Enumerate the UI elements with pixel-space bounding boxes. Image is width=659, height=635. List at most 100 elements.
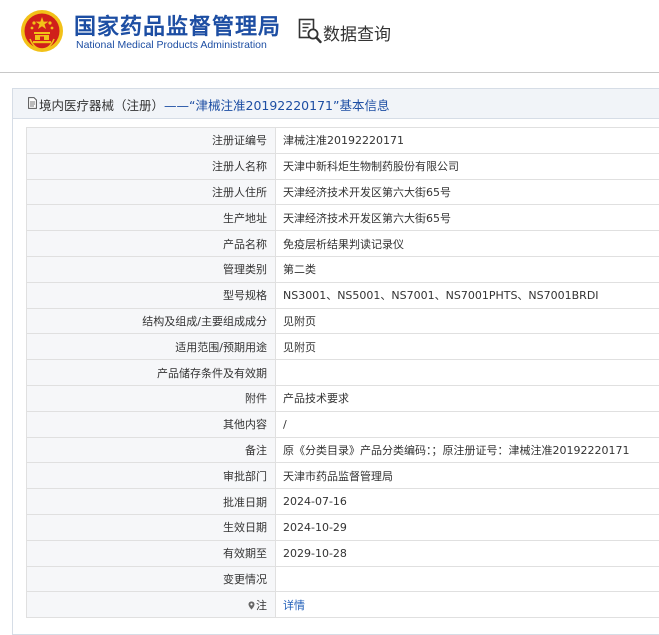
field-value: 产品技术要求 [283, 392, 349, 405]
field-label: 有效期至 [223, 547, 267, 560]
field-label: 产品名称 [223, 238, 267, 251]
site-logo-text[interactable]: 国家药品监督管理局 [74, 9, 281, 41]
field-value: 2029-10-28 [283, 547, 347, 560]
field-label: 注册人名称 [212, 160, 267, 173]
field-value-cell: NS3001、NS5001、NS7001、NS7001PHTS、NS7001BR… [276, 282, 659, 308]
field-value: 天津市药品监督管理局 [283, 470, 393, 483]
field-value-cell [276, 360, 659, 386]
field-value-cell: 见附页 [276, 308, 659, 334]
field-label: 注册证编号 [212, 134, 267, 147]
site-header: 国家药品监督管理局 National Medical Products Admi… [0, 0, 659, 72]
field-value: 见附页 [283, 315, 316, 328]
field-label-cell: 其他内容 [27, 411, 276, 437]
field-value-cell: 2024-07-16 [276, 489, 659, 515]
field-value-cell: 2024-10-29 [276, 514, 659, 540]
field-label-cell: 注册人名称 [27, 153, 276, 179]
field-label-cell: 结构及组成/主要组成成分 [27, 308, 276, 334]
table-row: 适用范围/预期用途 见附页 [27, 334, 659, 360]
table-row: 附件 产品技术要求 [27, 385, 659, 411]
table-row: 结构及组成/主要组成成分 见附页 [27, 308, 659, 334]
field-value: 第二类 [283, 263, 316, 276]
field-value: 免疫层析结果判读记录仪 [283, 238, 404, 251]
table-row: 生产地址 天津经济技术开发区第六大街65号 [27, 205, 659, 231]
field-value-cell: / [276, 411, 659, 437]
field-value-cell: 免疫层析结果判读记录仪 [276, 231, 659, 257]
field-value: NS3001、NS5001、NS7001、NS7001PHTS、NS7001BR… [283, 289, 599, 302]
field-label: 附件 [245, 392, 267, 405]
details-link[interactable]: 详情 [283, 599, 305, 612]
field-label-cell: 附件 [27, 385, 276, 411]
field-label-cell: 生产地址 [27, 205, 276, 231]
site-logo-english[interactable]: National Medical Products Administration [76, 39, 267, 51]
table-row: 生效日期 2024-10-29 [27, 514, 659, 540]
field-value-cell: 详情 [276, 592, 659, 618]
panel-title: 境内医疗器械（注册）——“津械注准20192220171”基本信息 [39, 95, 389, 114]
field-label: 其他内容 [223, 418, 267, 431]
table-row: 注册人住所 天津经济技术开发区第六大街65号 [27, 179, 659, 205]
field-label-cell: 适用范围/预期用途 [27, 334, 276, 360]
data-query-link[interactable]: 数据查询 [323, 20, 391, 45]
field-label-cell: 型号规格 [27, 282, 276, 308]
field-label-cell: 有效期至 [27, 540, 276, 566]
field-label-cell: 批准日期 [27, 489, 276, 515]
panel-title-prefix: 境内医疗器械（注册） [39, 98, 164, 113]
header-divider [0, 72, 659, 73]
field-label-cell: 变更情况 [27, 566, 276, 592]
document-search-icon[interactable] [298, 18, 322, 44]
field-value: 见附页 [283, 341, 316, 354]
panel-title-bar: 境内医疗器械（注册）——“津械注准20192220171”基本信息 [13, 89, 659, 119]
field-value: 2024-07-16 [283, 495, 347, 508]
field-label: 审批部门 [223, 470, 267, 483]
document-icon [28, 97, 37, 109]
field-value-cell: 天津中新科炬生物制药股份有限公司 [276, 153, 659, 179]
table-row: 型号规格 NS3001、NS5001、NS7001、NS7001PHTS、NS70… [27, 282, 659, 308]
field-label-cell: 产品储存条件及有效期 [27, 360, 276, 386]
table-row: 注册证编号 津械注准20192220171 [27, 128, 659, 154]
field-value: 原《分类目录》产品分类编码：；原注册证号：津械注准20192220171 [283, 444, 629, 457]
info-panel: 境内医疗器械（注册）——“津械注准20192220171”基本信息 注册证编号 津… [12, 88, 659, 635]
table-row: 备注原《分类目录》产品分类编码：；原注册证号：津械注准20192220171 [27, 437, 659, 463]
table-row: 有效期至 2029-10-28 [27, 540, 659, 566]
field-value-cell: 见附页 [276, 334, 659, 360]
field-label: 型号规格 [223, 289, 267, 302]
field-value-cell: 第二类 [276, 256, 659, 282]
table-row: 注册人名称 天津中新科炬生物制药股份有限公司 [27, 153, 659, 179]
registration-info-table: 注册证编号 津械注准20192220171 注册人名称 天津中新科炬生物制药股份有限公… [26, 127, 659, 618]
field-label-cell: 注册人住所 [27, 179, 276, 205]
field-label: 变更情况 [223, 573, 267, 586]
field-value-cell: 原《分类目录》产品分类编码：；原注册证号：津械注准20192220171 [276, 437, 659, 463]
field-value-cell: 2029-10-28 [276, 540, 659, 566]
panel-title-main: ——“津械注准20192220171”基本信息 [164, 98, 389, 113]
table-row: 管理类别 第二类 [27, 256, 659, 282]
table-row: 变更情况 [27, 566, 659, 592]
field-label: 注册人住所 [212, 186, 267, 199]
field-value: 天津中新科炬生物制药股份有限公司 [283, 160, 459, 173]
field-value-cell: 天津经济技术开发区第六大街65号 [276, 179, 659, 205]
field-label: 生效日期 [223, 521, 267, 534]
table-row: 产品储存条件及有效期 [27, 360, 659, 386]
field-label: 结构及组成/主要组成成分 [142, 315, 267, 328]
field-label-cell: 管理类别 [27, 256, 276, 282]
table-row: 审批部门 天津市药品监督管理局 [27, 463, 659, 489]
field-label: 生产地址 [223, 212, 267, 225]
field-value: 天津经济技术开发区第六大街65号 [283, 212, 451, 225]
table-row: 注详情 [27, 592, 659, 618]
field-label-cell: 生效日期 [27, 514, 276, 540]
field-value: / [283, 418, 287, 431]
field-value: 2024-10-29 [283, 521, 347, 534]
field-label: 管理类别 [223, 263, 267, 276]
field-value-cell: 产品技术要求 [276, 385, 659, 411]
field-label: 产品储存条件及有效期 [157, 367, 267, 380]
field-label-cell: 注册证编号 [27, 128, 276, 154]
field-value-cell: 天津经济技术开发区第六大街65号 [276, 205, 659, 231]
field-value: 津械注准20192220171 [283, 134, 404, 147]
field-value-cell [276, 566, 659, 592]
field-value: 天津经济技术开发区第六大街65号 [283, 186, 451, 199]
pin-icon [248, 601, 255, 610]
table-row: 产品名称 免疫层析结果判读记录仪 [27, 231, 659, 257]
table-row: 其他内容 / [27, 411, 659, 437]
field-label-cell: 审批部门 [27, 463, 276, 489]
field-label: 适用范围/预期用途 [175, 341, 267, 354]
field-label-cell: 注 [27, 592, 276, 618]
field-value-cell: 津械注准20192220171 [276, 128, 659, 154]
